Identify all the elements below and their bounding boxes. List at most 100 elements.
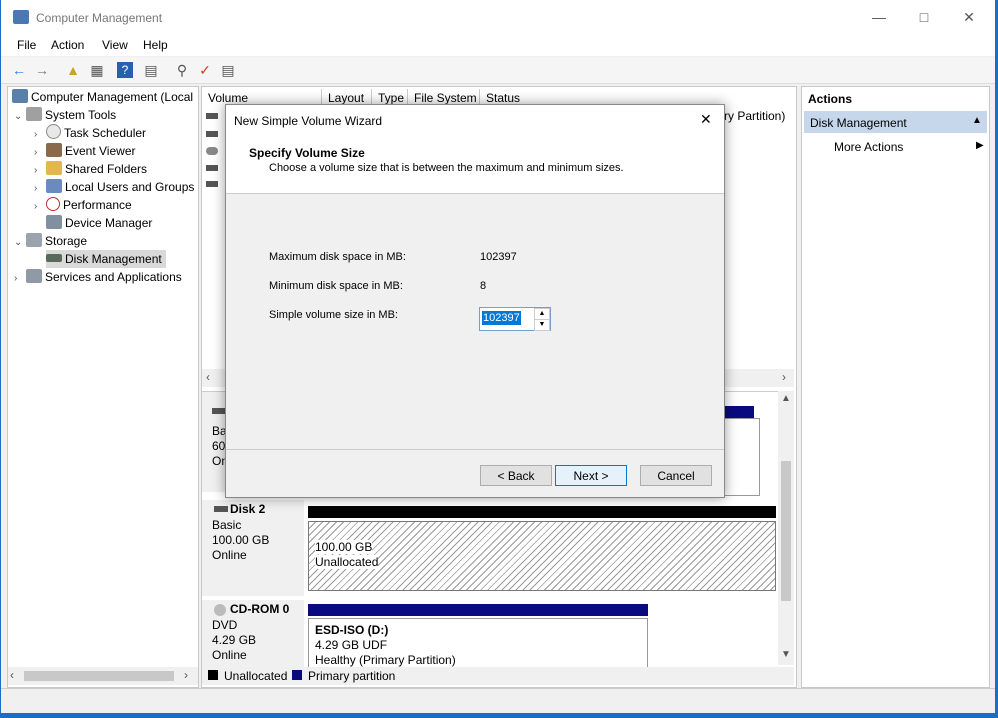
disk-status: Online [212,548,247,562]
tree-label: Disk Management [65,252,162,266]
volume-row-icon [206,131,218,137]
tree-item-storage[interactable]: ⌄ Storage [14,232,87,250]
menu-help[interactable]: Help [143,38,168,52]
back-button[interactable]: < Back [480,465,552,486]
volume-row-status: ry Partition) [724,109,786,123]
app-icon [13,10,29,24]
dialog-close-icon[interactable]: ✕ [700,111,712,128]
scroll-right-icon[interactable]: › [782,370,786,384]
scroll-right-icon[interactable]: › [184,668,188,682]
partition-state: Unallocated [315,555,379,569]
volume-fs: 4.29 GB UDF [315,638,388,652]
partition-unallocated[interactable]: 100.00 GB Unallocated [308,521,776,591]
wizard-header: New Simple Volume Wizard ✕ Specify Volum… [226,105,724,194]
tree-label: Performance [63,198,132,212]
tree-label: Computer Management (Local [31,90,194,104]
tree-item-root[interactable]: Computer Management (Local [12,88,193,106]
console-tree: Computer Management (Local ⌄ System Tools… [7,86,199,688]
volume-row-icon [206,113,218,119]
cancel-button[interactable]: Cancel [640,465,712,486]
cd-icon [214,604,226,616]
tree-label: Storage [45,234,88,248]
close-button[interactable]: ✕ [946,0,992,36]
disk-vertical-scrollbar[interactable]: ▲ ▼ [778,391,794,665]
next-button[interactable]: Next > [555,465,627,486]
up-folder-icon[interactable]: ▲ [63,60,83,80]
shared-folder-icon [46,161,62,175]
max-size-label: Maximum disk space in MB: [269,251,406,263]
wizard-subheading: Choose a volume size that is between the… [269,162,624,174]
scroll-down-icon[interactable]: ▼ [781,649,791,660]
actions-header: Actions [808,92,853,106]
forward-arrow-icon[interactable]: → [32,60,52,80]
scroll-up-icon[interactable]: ▲ [781,393,791,404]
menu-action[interactable]: Action [51,38,84,52]
partition-cdrom[interactable]: ESD-ISO (D:) 4.29 GB UDF Healthy (Primar… [308,618,648,669]
disk-row-disk2: Disk 2 Basic 100.00 GB Online [202,500,304,596]
disk-type: DVD [212,618,238,632]
spin-down-icon[interactable]: ▼ [534,319,550,331]
back-arrow-icon[interactable]: ← [9,60,29,80]
menu-file[interactable]: File [17,38,36,52]
scroll-left-icon[interactable]: ‹ [206,370,210,384]
dialog-divider [226,449,724,450]
tree-item-disk-management[interactable]: Disk Management [46,250,166,268]
tree-item-shared-folders[interactable]: › Shared Folders [34,160,147,178]
volume-name: ESD-ISO (D:) [315,623,389,637]
maximize-button[interactable]: □ [901,0,947,36]
volume-size-input[interactable]: 102397 [482,311,521,325]
tree-label: Device Manager [65,216,153,230]
new-simple-volume-wizard: New Simple Volume Wizard ✕ Specify Volum… [225,104,725,498]
scroll-thumb[interactable] [781,461,791,601]
help-icon[interactable]: ? [117,62,133,78]
partition-header-primary [308,604,648,616]
tree-label: Local Users and Groups [65,180,195,194]
tree-item-device-manager[interactable]: Device Manager [46,214,152,232]
volume-row-icon [206,181,218,187]
tree-horizontal-scrollbar[interactable]: ‹ › [8,667,198,685]
tree-item-performance[interactable]: › Performance [34,196,132,214]
tree-item-local-users[interactable]: › Local Users and Groups [34,178,194,196]
list-view-icon[interactable]: ▤ [218,60,238,80]
disk-row-cdrom: CD-ROM 0 DVD 4.29 GB Online [202,600,304,668]
scroll-left-icon[interactable]: ‹ [10,668,14,682]
title-bar: Computer Management — □ ✕ [1,0,995,36]
status-bar [1,688,995,711]
disk-name: Disk 2 [230,502,266,516]
tree-label: Event Viewer [65,144,136,158]
minimize-button[interactable]: — [856,0,902,36]
chevron-right-icon[interactable]: › [14,270,26,288]
collapse-up-icon[interactable]: ▲ [972,115,982,126]
action-more-actions[interactable]: More Actions ▶ [804,137,987,157]
menu-bar: File Action View Help [1,36,995,56]
checklist-icon[interactable]: ✓ [195,60,215,80]
tools-icon [26,107,42,121]
volume-size-stepper[interactable]: 102397 ▲ ▼ [479,307,551,331]
min-size-label: Minimum disk space in MB: [269,280,403,292]
tree-item-system-tools[interactable]: ⌄ System Tools [14,106,116,124]
volume-health: Healthy (Primary Partition) [315,653,456,667]
connect-icon[interactable]: ⚲ [172,60,192,80]
tree-label: Shared Folders [65,162,148,176]
tree-item-event-viewer[interactable]: › Event Viewer [34,142,135,160]
menu-view[interactable]: View [102,38,128,52]
chevron-down-icon[interactable]: ⌄ [14,108,26,126]
chevron-right-icon[interactable]: › [34,198,46,216]
properties-icon[interactable]: ▤ [141,60,161,80]
min-size-value: 8 [480,280,487,292]
chevron-down-icon[interactable]: ⌄ [14,234,26,252]
submenu-arrow-icon: ▶ [976,140,984,151]
disk-type: Basic [212,518,242,532]
scroll-thumb[interactable] [24,671,174,681]
users-icon [46,179,62,193]
volume-row-icon [206,165,218,171]
legend-swatch-primary [292,670,302,680]
services-icon [26,269,42,283]
disk-size: 100.00 GB [212,533,270,547]
dialog-title: New Simple Volume Wizard [234,114,383,128]
action-label: More Actions [834,140,904,154]
show-hide-tree-icon[interactable]: ▦ [87,60,107,80]
actions-section-disk-management[interactable]: Disk Management ▲ [804,111,987,133]
tree-item-task-scheduler[interactable]: › Task Scheduler [34,124,146,142]
tree-item-services-apps[interactable]: › Services and Applications [14,268,182,286]
